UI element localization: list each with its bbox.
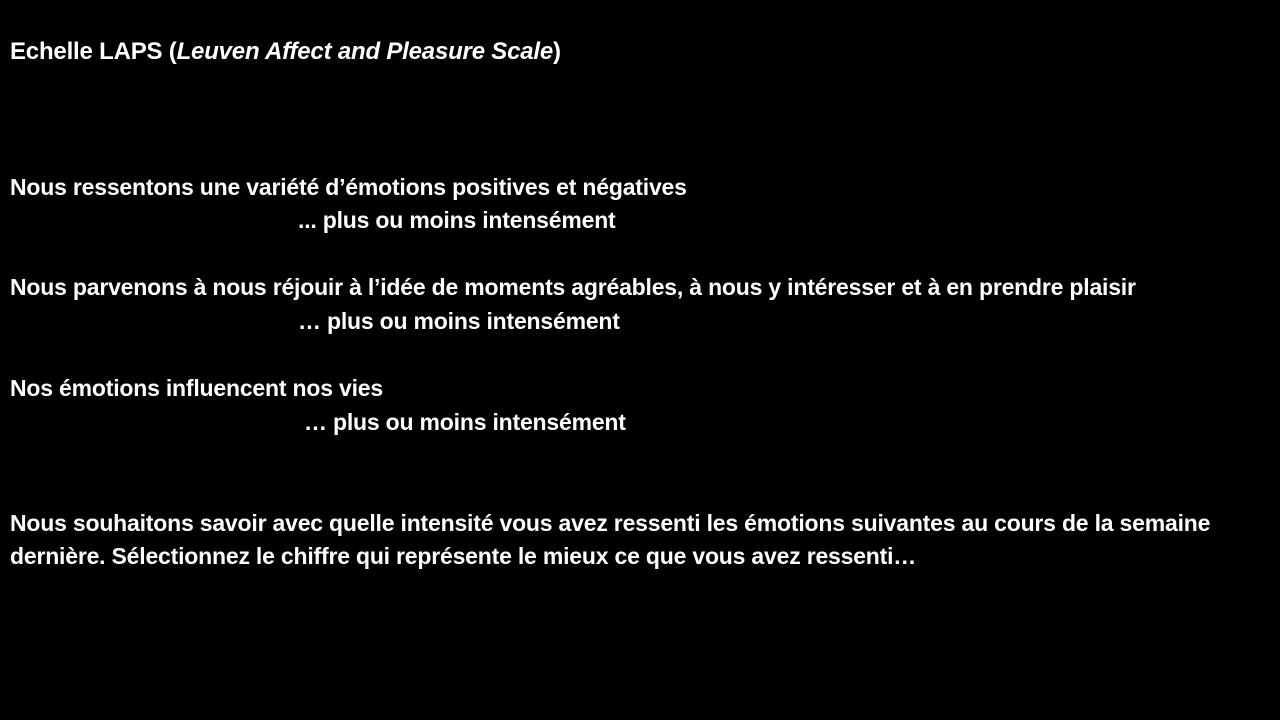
statement-3-qualifier: … plus ou moins intensément [304, 409, 626, 435]
title-suffix: ) [553, 38, 561, 65]
statement-2: Nous parvenons à nous réjouir à l’idée d… [10, 274, 1136, 300]
statement-1-qualifier: ... plus ou moins intensément [298, 207, 616, 233]
title-prefix: Echelle LAPS ( [10, 38, 177, 65]
slide: Echelle LAPS (Leuven Affect and Pleasure… [0, 0, 1280, 720]
slide-title: Echelle LAPS (Leuven Affect and Pleasure… [10, 35, 561, 69]
title-scale-name: Leuven Affect and Pleasure Scale [176, 38, 554, 65]
statement-2-qualifier: … plus ou moins intensément [298, 308, 620, 334]
statement-1: Nous ressentons une variété d’émotions p… [10, 174, 687, 200]
statement-3: Nos émotions influencent nos vies [10, 375, 383, 401]
instruction-paragraph: Nous souhaitons savoir avec quelle inten… [10, 510, 1211, 569]
